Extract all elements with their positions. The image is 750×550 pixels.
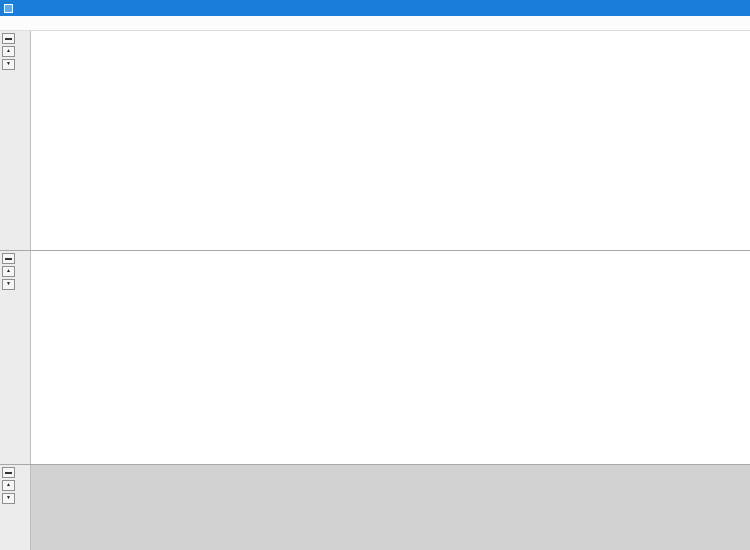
profile-panel-gutter: ▲ ▼ (0, 31, 31, 250)
plan-panel-gutter: ▲ ▼ (0, 251, 31, 464)
table-canvas[interactable] (31, 465, 750, 550)
down-arrow-icon: ▼ (6, 496, 11, 501)
profile-canvas[interactable] (31, 31, 750, 250)
plan-move-down-button[interactable]: ▼ (2, 279, 15, 290)
profile-move-down-button[interactable]: ▼ (2, 59, 15, 70)
panel-longitudinal-profile: ▲ ▼ (0, 31, 750, 250)
menubar (0, 16, 750, 31)
collapse-icon (5, 258, 12, 260)
table-collapse-button[interactable] (2, 467, 15, 478)
app-icon (4, 4, 13, 13)
up-arrow-icon: ▲ (6, 483, 11, 488)
table-move-up-button[interactable]: ▲ (2, 480, 15, 491)
collapse-icon (5, 38, 12, 40)
titlebar[interactable] (0, 0, 750, 16)
collapse-icon (5, 472, 12, 474)
panel-object-profile-table: ▲ ▼ (0, 465, 750, 550)
plan-move-up-button[interactable]: ▲ (2, 266, 15, 277)
profile-collapse-button[interactable] (2, 33, 15, 44)
up-arrow-icon: ▲ (6, 269, 11, 274)
down-arrow-icon: ▼ (6, 62, 11, 67)
plan-collapse-button[interactable] (2, 253, 15, 264)
profile-table-svg (31, 465, 750, 550)
table-move-down-button[interactable]: ▼ (2, 493, 15, 504)
plan-canvas[interactable] (31, 251, 750, 464)
up-arrow-icon: ▲ (6, 49, 11, 54)
plan-map-svg (31, 251, 750, 464)
down-arrow-icon: ▼ (6, 282, 11, 287)
panel-unfolded-plan: ▲ ▼ (0, 251, 750, 464)
table-panel-gutter: ▲ ▼ (0, 465, 31, 550)
profile-move-up-button[interactable]: ▲ (2, 46, 15, 57)
profile-chart-svg (31, 31, 750, 250)
